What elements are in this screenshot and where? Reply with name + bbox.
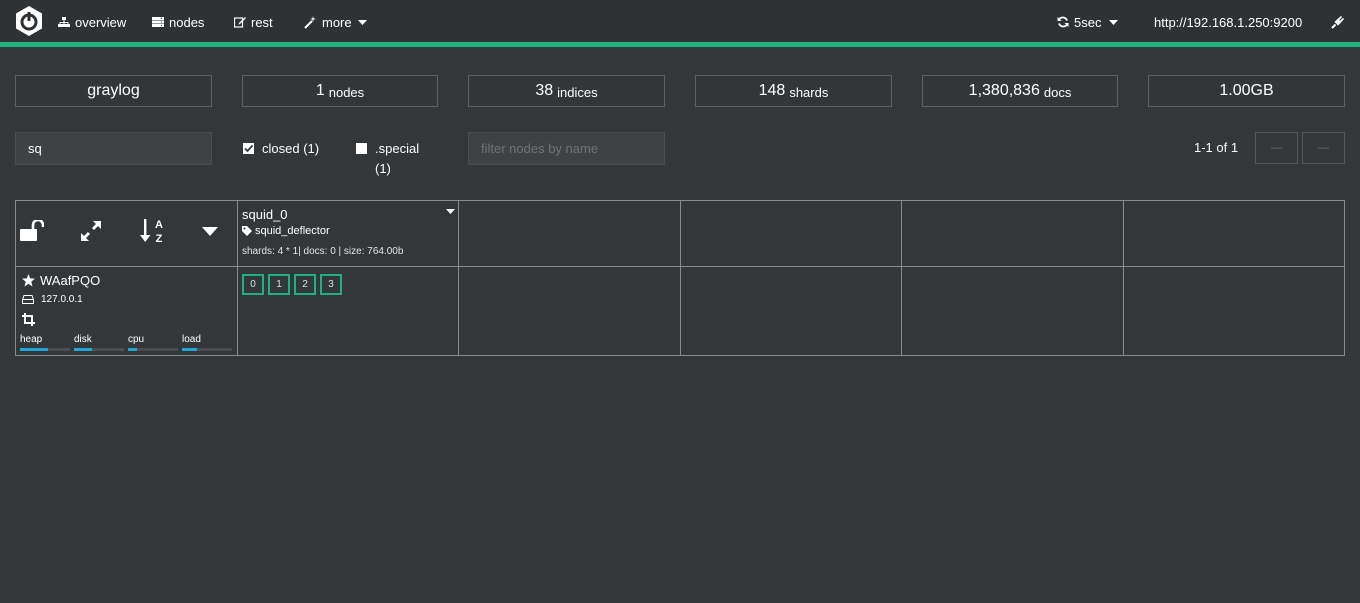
nav-overview-label: overview bbox=[75, 14, 127, 30]
special-indices-count: (1) bbox=[375, 161, 391, 176]
caret-down-icon bbox=[1109, 19, 1119, 25]
load-metric-label: load bbox=[182, 334, 201, 345]
cluster-overview-grid: A Z squid_0 squid_deflector shards: 4 * … bbox=[15, 200, 1345, 356]
index-alias-label: squid_deflector bbox=[255, 225, 330, 237]
refresh-interval-dropdown[interactable]: 5sec bbox=[1057, 13, 1119, 31]
docs-stat: 1,380,836 docs bbox=[922, 75, 1118, 107]
special-indices-label: .special bbox=[375, 141, 420, 156]
heap-metric: heap bbox=[20, 334, 70, 351]
disconnect-button[interactable] bbox=[1331, 13, 1350, 31]
cerebro-logo-icon[interactable] bbox=[14, 5, 44, 37]
closed-indices-checkbox[interactable]: closed (1) bbox=[243, 139, 319, 159]
cluster-host-label: http://192.168.1.250:9200 bbox=[1154, 14, 1303, 30]
next-page-button[interactable]: — bbox=[1302, 132, 1345, 164]
pagination-info: 1-1 of 1 bbox=[1194, 140, 1239, 155]
cpu-metric-label: cpu bbox=[128, 334, 145, 345]
nav-rest-label: rest bbox=[251, 14, 273, 30]
node-filter-input[interactable] bbox=[468, 132, 665, 165]
cluster-size: 1.00GB bbox=[1219, 82, 1274, 99]
grid-divider bbox=[458, 201, 459, 355]
closed-indices-label: closed (1) bbox=[262, 141, 320, 156]
node-name-label: WAafPQO bbox=[40, 273, 101, 288]
index-alias: squid_deflector bbox=[242, 225, 330, 237]
grid-divider bbox=[16, 266, 1344, 267]
svg-text:Z: Z bbox=[156, 233, 163, 245]
cluster-name-stat: graylog bbox=[15, 75, 212, 107]
grid-divider bbox=[237, 201, 238, 355]
unlock-icon[interactable] bbox=[20, 220, 44, 242]
index-menu-caret-icon[interactable] bbox=[446, 209, 455, 214]
special-indices-checkbox[interactable]: .special (1) bbox=[356, 139, 419, 179]
shard-box[interactable]: 2 bbox=[294, 274, 316, 295]
navbar-accent-line bbox=[0, 42, 1360, 47]
heap-metric-bar bbox=[20, 348, 70, 351]
edit-icon bbox=[234, 17, 246, 28]
node-ip: 127.0.0.1 bbox=[22, 294, 83, 305]
svg-text:A: A bbox=[155, 219, 163, 231]
cpu-metric-fill bbox=[128, 348, 137, 351]
disk-metric: disk bbox=[74, 334, 124, 351]
special-indices-text: .special (1) bbox=[375, 139, 419, 179]
magic-wand-icon bbox=[304, 15, 316, 29]
docs-label: docs bbox=[1043, 84, 1072, 100]
caret-down-icon[interactable] bbox=[202, 227, 218, 236]
nav-nodes[interactable]: nodes bbox=[152, 13, 204, 31]
indices-count: 38 bbox=[535, 82, 554, 99]
grid-divider bbox=[901, 201, 902, 355]
index-filter-input[interactable] bbox=[15, 132, 212, 165]
load-metric: load bbox=[182, 334, 232, 351]
cpu-metric: cpu bbox=[128, 334, 178, 351]
sort-alpha-icon[interactable]: A Z bbox=[140, 217, 168, 245]
hdd-icon bbox=[22, 295, 34, 304]
grid-divider bbox=[1123, 201, 1124, 355]
expand-icon[interactable] bbox=[80, 220, 102, 242]
shards-label: shards bbox=[789, 84, 829, 100]
index-name[interactable]: squid_0 bbox=[242, 207, 288, 222]
checkbox-checked-icon bbox=[243, 143, 254, 154]
nav-more-label: more bbox=[322, 14, 352, 30]
cluster-host-link[interactable]: http://192.168.1.250:9200 bbox=[1154, 13, 1302, 31]
refresh-icon bbox=[1057, 16, 1069, 28]
star-icon bbox=[22, 274, 35, 287]
nav-more-dropdown[interactable]: more bbox=[304, 13, 367, 31]
checkbox-unchecked-icon bbox=[356, 143, 367, 154]
indices-label: indices bbox=[557, 84, 598, 100]
shard-box[interactable]: 0 bbox=[242, 274, 264, 295]
heap-metric-label: heap bbox=[20, 334, 43, 345]
nodes-label: nodes bbox=[328, 84, 365, 100]
tag-icon bbox=[242, 226, 252, 236]
node-ip-label: 127.0.0.1 bbox=[41, 294, 83, 305]
top-navbar: overview nodes rest more 5sec http://192… bbox=[0, 0, 1360, 42]
heap-metric-fill bbox=[20, 348, 48, 351]
disk-metric-bar bbox=[74, 348, 124, 351]
nav-overview[interactable]: overview bbox=[58, 13, 126, 31]
nav-nodes-label: nodes bbox=[169, 14, 205, 30]
refresh-interval-label: 5sec bbox=[1074, 14, 1102, 30]
plug-icon bbox=[1331, 15, 1345, 29]
grid-divider bbox=[680, 201, 681, 355]
server-icon bbox=[152, 17, 164, 27]
node-name[interactable]: WAafPQO bbox=[22, 273, 100, 288]
cpu-metric-bar bbox=[128, 348, 178, 351]
shards-stat: 148 shards bbox=[695, 75, 892, 107]
load-metric-fill bbox=[182, 348, 197, 351]
crop-icon bbox=[22, 313, 35, 326]
shards-count: 148 bbox=[758, 82, 786, 99]
nodes-stat: 1 nodes bbox=[242, 75, 438, 107]
sitemap-icon bbox=[58, 16, 70, 27]
shard-box[interactable]: 3 bbox=[320, 274, 342, 295]
size-stat: 1.00GB bbox=[1148, 75, 1345, 107]
disk-metric-fill bbox=[74, 348, 92, 351]
disk-metric-label: disk bbox=[74, 334, 92, 345]
caret-down-icon bbox=[357, 19, 367, 25]
load-metric-bar bbox=[182, 348, 232, 351]
index-meta: shards: 4 * 1| docs: 0 | size: 764.00b bbox=[242, 246, 404, 257]
indices-stat: 38 indices bbox=[468, 75, 665, 107]
previous-page-button[interactable]: — bbox=[1255, 132, 1298, 164]
nodes-count: 1 bbox=[315, 82, 325, 99]
docs-count: 1,380,836 bbox=[968, 82, 1040, 99]
nav-rest[interactable]: rest bbox=[234, 13, 273, 31]
cluster-name: graylog bbox=[87, 82, 140, 99]
shard-box[interactable]: 1 bbox=[268, 274, 290, 295]
